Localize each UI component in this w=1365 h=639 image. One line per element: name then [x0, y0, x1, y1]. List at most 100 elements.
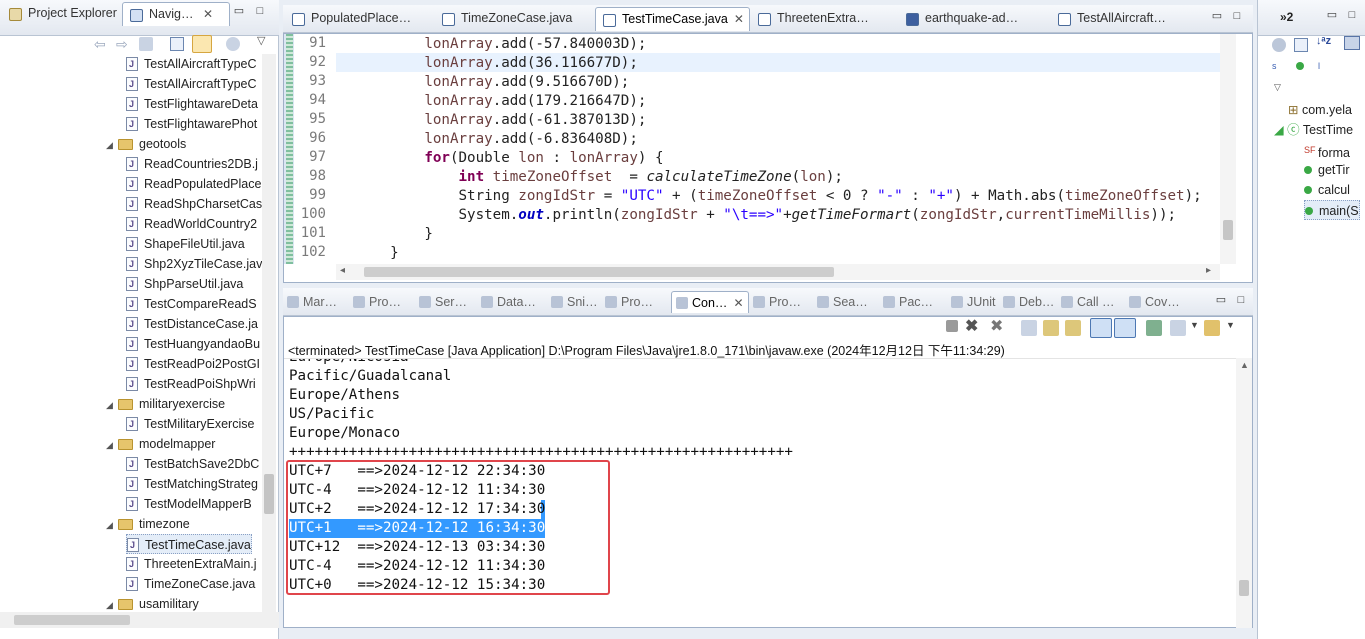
forward-arrow-icon[interactable]: ⇨ [116, 36, 128, 53]
console-tab[interactable]: Ser… [419, 291, 467, 313]
sort-icon[interactable]: ↓ᵃz [1316, 35, 1331, 47]
scrollbar-thumb[interactable] [364, 267, 834, 277]
tab-project-explorer[interactable]: Project Explorer [2, 2, 120, 26]
scrollbar-thumb[interactable] [264, 474, 274, 514]
minimize-icon[interactable]: ▭ [1211, 11, 1223, 23]
tree-folder[interactable]: ◢ geotools [106, 134, 186, 154]
tree-file[interactable]: TestDistanceCase.ja [126, 314, 258, 334]
scrollbar-thumb[interactable] [1239, 580, 1249, 596]
hide-nonpublic-icon[interactable] [1296, 62, 1304, 70]
tree-file[interactable]: TestAllAircraftTypeC [126, 74, 257, 94]
more-views-chevron[interactable]: »2 [1280, 10, 1293, 24]
console-tab[interactable]: JUnit [951, 291, 995, 313]
tree-file[interactable]: ReadShpCharsetCas [126, 194, 262, 214]
tab-timezonecase[interactable]: TimeZoneCase.java [435, 7, 593, 31]
tree-file[interactable]: TestCompareReadS [126, 294, 257, 314]
tab-navigator[interactable]: Navig… ✕ [122, 2, 230, 26]
tree-folder[interactable]: ◢ timezone [106, 514, 190, 534]
scroll-right-icon[interactable]: ▸ [1206, 265, 1211, 276]
back-arrow-icon[interactable]: ⇦ [94, 36, 106, 53]
tab-populatedplace[interactable]: PopulatedPlace… [285, 7, 435, 31]
scroll-left-icon[interactable]: ◂ [340, 265, 345, 276]
filter-icon[interactable] [226, 37, 240, 51]
sync-icon[interactable] [1272, 38, 1286, 52]
editor-vertical-scrollbar[interactable] [1220, 34, 1236, 264]
show-on-stderr-icon[interactable] [1114, 318, 1136, 338]
maximize-icon[interactable]: □ [1235, 295, 1247, 307]
console-tab[interactable]: Pro… [753, 291, 801, 313]
console-tab[interactable]: Sea… [817, 291, 868, 313]
tree-file[interactable]: TestReadPoi2PostGI [126, 354, 260, 374]
tree-file[interactable]: ShapeFileUtil.java [126, 234, 245, 254]
up-icon[interactable] [139, 37, 153, 51]
hide-static-icon[interactable]: ˢ [1272, 60, 1276, 75]
console-tab[interactable]: Deb… [1003, 291, 1054, 313]
hide-fields-icon[interactable] [1344, 36, 1360, 50]
console-tab[interactable]: Con… ✕ [671, 291, 749, 313]
tree-file[interactable]: TimeZoneCase.java [126, 574, 255, 594]
collapse-all-icon[interactable] [170, 37, 184, 51]
outline-item[interactable]: SF forma [1304, 140, 1350, 160]
console-tab[interactable]: Call … [1061, 291, 1115, 313]
close-icon[interactable]: ✕ [733, 296, 743, 310]
maximize-icon[interactable]: □ [254, 6, 266, 18]
pin-console-icon[interactable] [1146, 320, 1162, 336]
outline-item[interactable]: main(S [1304, 200, 1360, 220]
code-editor[interactable]: 91 lonArray.add(-57.840003D); 92 lonArray… [283, 33, 1253, 283]
tree-file[interactable]: TestModelMapperB [126, 494, 252, 514]
tree-horizontal-scrollbar[interactable] [0, 612, 279, 628]
word-wrap-icon[interactable] [1065, 320, 1081, 336]
close-icon[interactable]: ✕ [203, 7, 213, 21]
outline-item[interactable]: getTir [1304, 160, 1350, 180]
scroll-up-icon[interactable]: ▲ [1240, 360, 1249, 370]
minimize-icon[interactable]: ▭ [1215, 295, 1227, 307]
expand-twisty-icon[interactable]: ◢ [106, 395, 116, 415]
outline-item[interactable]: calcul [1304, 180, 1350, 200]
console-tab[interactable]: Pac… [883, 291, 933, 313]
scroll-lock-icon[interactable] [1043, 320, 1059, 336]
editor-horizontal-scrollbar[interactable]: ◂ ▸ [336, 264, 1220, 280]
minimize-icon[interactable]: ▭ [1326, 10, 1338, 22]
tab-threetenextra[interactable]: ThreetenExtra… [751, 7, 897, 31]
clear-console-icon[interactable] [1021, 320, 1037, 336]
tree-file[interactable]: TestReadPoiShpWri [126, 374, 256, 394]
tree-file[interactable]: TestTimeCase.java [126, 534, 252, 555]
console-tab[interactable]: Data… [481, 291, 536, 313]
view-menu-icon[interactable]: ▽ [257, 34, 265, 47]
show-on-stdout-icon[interactable] [1090, 318, 1112, 338]
tree-file[interactable]: TestMatchingStrateg [126, 474, 258, 494]
outline-item[interactable]: ⊞ com.yela [1288, 100, 1352, 120]
tree-file[interactable]: TestFlightawarePhot [126, 114, 257, 134]
console-tab[interactable]: Pro… [605, 291, 653, 313]
tree-file[interactable]: TestFlightawareDeta [126, 94, 258, 114]
outline-item[interactable]: ◢ ⓒ TestTime [1274, 120, 1353, 140]
terminate-icon[interactable] [946, 320, 958, 332]
tab-testtimecase[interactable]: TestTimeCase.java ✕ [595, 7, 750, 31]
minimize-icon[interactable]: ▭ [233, 6, 245, 18]
console-tab[interactable]: Mar… [287, 291, 337, 313]
close-icon[interactable]: ✕ [734, 12, 744, 26]
console-tab[interactable]: Cov… [1129, 291, 1180, 313]
maximize-icon[interactable]: □ [1231, 11, 1243, 23]
tree-file[interactable]: ThreetenExtraMain.j [126, 554, 257, 574]
tree-vertical-scrollbar[interactable] [262, 54, 276, 612]
display-selected-console-icon[interactable] [1170, 320, 1186, 336]
tree-file[interactable]: ReadWorldCountry2 [126, 214, 257, 234]
tree-file[interactable]: TestBatchSave2DbC [126, 454, 259, 474]
hide-local-types-icon[interactable]: ˡ [1318, 60, 1320, 75]
collapse-all-icon[interactable] [1294, 38, 1308, 52]
tree-folder[interactable]: ◢ modelmapper [106, 434, 215, 454]
tree-file[interactable]: Shp2XyzTileCase.jav [126, 254, 262, 274]
console-output[interactable]: Europe/NicosiaPacific/Guadalcanal Europe/… [284, 358, 1236, 628]
chevron-down-icon[interactable]: ▼ [1190, 320, 1199, 330]
expand-twisty-icon[interactable]: ◢ [106, 135, 116, 155]
chevron-down-icon[interactable]: ▼ [1226, 320, 1235, 330]
tree-folder[interactable]: ◢ usamilitary [106, 594, 199, 614]
tab-testallaircraft[interactable]: TestAllAircraft… [1051, 7, 1201, 31]
view-menu-icon[interactable]: ▽ [1274, 82, 1281, 93]
tree-file[interactable]: TestAllAircraftTypeC [126, 54, 257, 74]
maximize-icon[interactable]: □ [1346, 10, 1358, 22]
remove-all-icon[interactable]: ✖ [990, 316, 1003, 336]
tree-file[interactable]: ReadPopulatedPlace [126, 174, 261, 194]
open-console-icon[interactable] [1204, 320, 1220, 336]
